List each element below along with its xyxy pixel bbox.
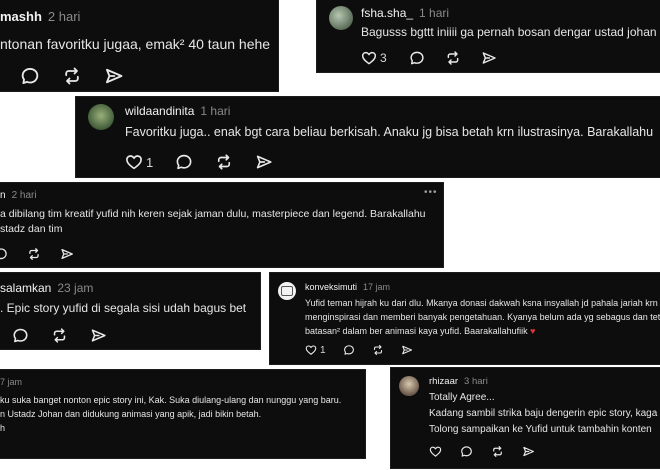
comment-icon[interactable] [343,344,355,356]
share-icon[interactable] [104,66,124,86]
repost-icon[interactable] [62,66,82,86]
comment-icon[interactable] [0,247,8,261]
comment-header: fsha.sha_ 1 hari [361,6,449,20]
repost-icon[interactable] [27,247,41,261]
comment-header: konveksimuti 17 jam [305,282,390,292]
comment-time: 3 hari [464,376,488,387]
like-count: 3 [380,51,387,65]
comment-text-line: Tolong sampaikan ke Yufid untuk tambahin… [429,424,652,435]
comment-text: batasan² dalam ber animasi kaya yufid. B… [305,326,528,336]
logo-icon [281,286,293,296]
comment-actions [0,247,74,261]
comment-header: mashh 2 hari [0,9,80,24]
comment-card: n 2 hari ••• a dibilang tim kreatif yufid… [0,183,443,267]
comment-actions: 3 [361,50,497,66]
avatar[interactable] [329,6,353,30]
comment-text: ntonan favoritku jugaa, emak² 40 taun he… [0,36,271,52]
comment-text-line: Kadang sambil strika baju dengerin epic … [429,408,658,419]
comment-card: mashh 2 hari ntonan favoritku jugaa, emak… [0,0,278,91]
repost-icon[interactable] [491,445,504,458]
comment-icon[interactable] [20,66,40,86]
comment-time: 2 hari [47,9,81,24]
username[interactable]: n [0,190,6,201]
share-icon[interactable] [522,445,535,458]
comment-header: rhizaar 3 hari [429,376,488,387]
comment-actions [0,66,124,86]
repost-icon[interactable] [51,327,68,344]
share-icon[interactable] [401,344,413,356]
comment-text-line: stadz dan tim [0,223,63,235]
share-icon[interactable] [481,50,497,66]
username[interactable]: wildaandinita [125,104,194,118]
avatar[interactable] [278,282,296,300]
comment-card: wildaandinita 1 hari Favoritku juga.. ena… [76,97,660,177]
comment-actions [0,327,107,344]
more-icon[interactable]: ••• [424,187,438,198]
avatar[interactable] [399,376,419,396]
share-icon[interactable] [90,327,107,344]
comment-text-line: Totally Agree... [429,392,495,403]
heart-icon[interactable] [429,445,442,458]
comment-header: salamkan 23 jam [0,281,93,295]
comment-icon[interactable] [409,50,425,66]
username[interactable]: mashh [0,9,42,24]
share-icon[interactable] [255,153,273,171]
comment-card: konveksimuti 17 jam Yufid teman hijrah ku… [270,273,660,364]
heart-icon[interactable] [305,344,317,356]
comment-time: 17 jam [363,282,391,292]
comment-card: fsha.sha_ 1 hari Bagusss bgttt iniiii ga … [317,0,660,72]
comment-card: rhizaar 3 hari Totally Agree... Kadang sa… [391,368,660,468]
username[interactable]: konveksimuti [305,282,357,292]
comment-time: 1 hari [200,104,231,118]
comment-header: 7 jam [0,377,22,387]
comment-icon[interactable] [175,153,193,171]
comment-header: n 2 hari [0,190,37,201]
comment-text: Bagusss bgttt iniiii ga pernah bosan den… [361,25,660,39]
repost-icon[interactable] [215,153,233,171]
like-count: 1 [146,154,154,170]
heart-icon[interactable] [125,153,143,171]
comment-card: 7 jam ku suka banget nonton epic story i… [0,370,365,458]
avatar[interactable] [88,104,114,130]
comment-text-line: a dibilang tim kreatif yufid nih keren s… [0,208,426,220]
comment-time: 1 hari [419,6,450,20]
repost-icon[interactable] [372,344,384,356]
share-icon[interactable] [60,247,74,261]
comment-actions [429,445,535,458]
comment-text-line: h [0,423,6,433]
username[interactable]: fsha.sha_ [361,6,413,20]
comment-text-line: ku suka banget nonton epic story ini, Ka… [0,395,342,405]
comment-text-line: n Ustadz Johan dan didukung animasi yang… [0,409,262,419]
comment-actions: 1 [305,344,413,356]
comment-time: 23 jam [57,281,94,295]
comment-text-line: batasan² dalam ber animasi kaya yufid. B… [305,326,535,336]
heart-icon[interactable] [361,50,377,66]
comment-text: . Epic story yufid di segala sisi udah b… [0,301,247,315]
comment-header: wildaandinita 1 hari [125,104,230,118]
repost-icon[interactable] [445,50,461,66]
comment-actions: 1 [125,153,273,171]
comment-icon[interactable] [12,327,29,344]
username[interactable]: salamkan [0,281,51,295]
comment-text-line: menginspirasi dan memberi banyak pengeta… [305,312,660,322]
username[interactable]: rhizaar [429,376,458,387]
comment-text: Favoritku juga.. enak bgt cara beliau be… [125,125,654,139]
comment-text-line: Yufid teman hijrah ku dari dlu. Mkanya d… [305,298,660,308]
like-count: 1 [320,344,326,356]
comment-card: salamkan 23 jam . Epic story yufid di seg… [0,273,260,349]
comment-icon[interactable] [460,445,473,458]
comment-time: 2 hari [11,190,37,201]
comment-time: 7 jam [0,377,23,387]
red-heart-emoji: ♥ [530,326,536,336]
